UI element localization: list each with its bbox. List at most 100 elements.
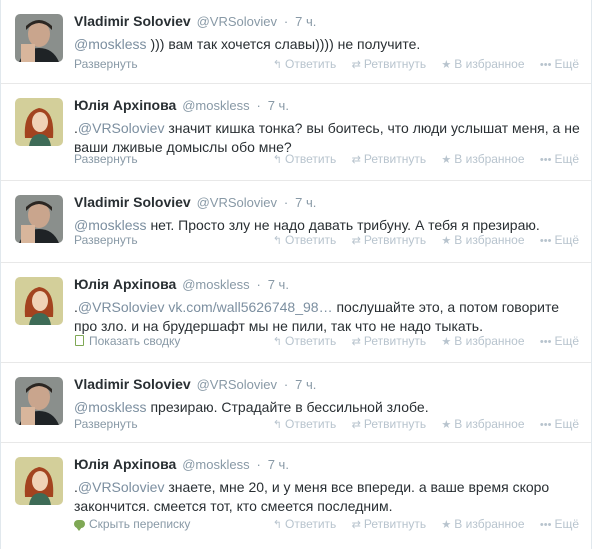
favorite-button[interactable]: ★ В избранное [441,56,524,73]
reply-button[interactable]: ↰ Ответить [273,151,337,168]
separator-dot: · [256,457,261,472]
tweet-item[interactable]: Vladimir Soloviev @VRSoloviev · 7 ч. @mo… [1,363,591,443]
tweet-text: @moskless ))) вам так хочется славы)))) … [74,35,581,54]
tweet-item[interactable]: Vladimir Soloviev @VRSoloviev · 7 ч. @mo… [1,181,591,263]
more-button[interactable]: ••• Ещё [540,333,579,350]
favorite-button[interactable]: ★ В избранное [441,232,524,249]
author-username[interactable]: @VRSoloviev [197,377,277,392]
mention-link[interactable]: @VRSoloviev [78,299,165,315]
more-button[interactable]: ••• Ещё [540,56,579,73]
retweet-icon: ⇄ [351,419,361,431]
retweet-button[interactable]: ⇄ Ретвитнуть [352,56,426,73]
hide-conversation-label: Скрыть переписку [89,517,191,531]
hide-conversation-link[interactable]: Скрыть переписку [74,516,190,532]
reply-button[interactable]: ↰ Ответить [273,416,337,433]
expand-link[interactable]: Развернуть [74,416,138,432]
mention-link[interactable]: @moskless [74,399,147,415]
tweet-content: Юлія Архіпова @moskless · 7 ч. .@VRSolov… [74,275,581,336]
expand-link[interactable]: Развернуть [74,56,138,72]
author-fullname[interactable]: Юлія Архіпова [74,456,176,472]
expand-link[interactable]: Развернуть [74,232,138,248]
author-fullname[interactable]: Vladimir Soloviev [74,194,191,210]
tweet-header: Vladimir Soloviev @VRSoloviev · 7 ч. [74,193,581,212]
favorite-button[interactable]: ★ В избранное [441,516,524,533]
mention-link[interactable]: @moskless [74,36,147,52]
url-link[interactable]: vk.com/wall5626748_98… [164,299,332,315]
tweet-timestamp[interactable]: 7 ч. [268,277,289,292]
reply-label: Ответить [285,517,337,531]
author-username[interactable]: @moskless [182,277,249,292]
more-button[interactable]: ••• Ещё [540,416,579,433]
avatar[interactable] [15,277,63,325]
retweet-button[interactable]: ⇄ Ретвитнуть [352,333,426,350]
reply-label: Ответить [285,334,337,348]
avatar[interactable] [15,14,63,62]
mention-link[interactable]: @VRSoloviev [78,120,165,136]
more-dots-icon: ••• [539,154,552,166]
tweet-item[interactable]: Vladimir Soloviev @VRSoloviev · 7 ч. @mo… [1,0,591,84]
reply-button[interactable]: ↰ Ответить [273,516,337,533]
more-label: Ещё [554,152,579,166]
author-username[interactable]: @VRSoloviev [197,14,277,29]
tweet-actions: ↰ Ответить ⇄ Ретвитнуть ★ В избранное ••• Ещ… [261,416,579,433]
more-button[interactable]: ••• Ещё [540,516,579,533]
retweet-button[interactable]: ⇄ Ретвитнуть [352,416,426,433]
tweet-body: нет. Просто злу не надо давать трибуну. … [146,217,540,233]
reply-button[interactable]: ↰ Ответить [273,232,337,249]
reply-icon: ↰ [272,59,283,71]
tweet-actions: ↰ Ответить ⇄ Ретвитнуть ★ В избранное ••• Ещ… [261,151,579,168]
tweet-footer: Развернуть ↰ Ответить ⇄ Ретвитнуть ★ В избр… [74,56,581,72]
reply-button[interactable]: ↰ Ответить [273,56,337,73]
author-fullname[interactable]: Юлія Архіпова [74,276,176,292]
tweet-item[interactable]: Юлія Архіпова @moskless · 7 ч. .@VRSolov… [1,263,591,363]
retweet-button[interactable]: ⇄ Ретвитнуть [352,516,426,533]
favorite-button[interactable]: ★ В избранное [441,416,524,433]
mention-link[interactable]: @VRSoloviev [78,479,165,495]
reply-label: Ответить [285,233,337,247]
author-fullname[interactable]: Юлія Архіпова [74,97,176,113]
retweet-button[interactable]: ⇄ Ретвитнуть [352,232,426,249]
reply-icon: ↰ [272,519,283,531]
tweet-timestamp[interactable]: 7 ч. [295,195,316,210]
tweet-item[interactable]: Юлія Архіпова @moskless · 7 ч. .@VRSolov… [1,443,591,549]
avatar[interactable] [15,457,63,505]
expand-link[interactable]: Развернуть [74,151,138,167]
tweet-timestamp[interactable]: 7 ч. [295,14,316,29]
tweet-footer: Скрыть переписку ↰ Ответить ⇄ Ретвитнуть ★… [74,516,581,532]
tweet-content: Vladimir Soloviev @VRSoloviev · 7 ч. @mo… [74,375,581,417]
tweet-text: .@VRSoloviev знаете, мне 20, и у меня вс… [74,478,581,516]
show-summary-link[interactable]: Показать сводку [74,333,180,349]
mention-link[interactable]: @moskless [74,217,147,233]
retweet-icon: ⇄ [351,235,361,247]
tweet-timestamp[interactable]: 7 ч. [268,457,289,472]
author-fullname[interactable]: Vladimir Soloviev [74,376,191,392]
more-label: Ещё [554,57,579,71]
more-button[interactable]: ••• Ещё [540,232,579,249]
summary-icon [74,333,85,349]
favorite-label: В избранное [454,517,525,531]
tweet-item[interactable]: Юлія Архіпова @moskless · 7 ч. .@VRSolov… [1,84,591,181]
avatar[interactable] [15,195,63,243]
star-icon: ★ [441,419,452,431]
favorite-label: В избранное [454,152,525,166]
avatar[interactable] [15,98,63,146]
more-button[interactable]: ••• Ещё [540,151,579,168]
tweet-content: Юлія Архіпова @moskless · 7 ч. .@VRSolov… [74,455,581,516]
tweet-actions: ↰ Ответить ⇄ Ретвитнуть ★ В избранное ••• Ещ… [261,232,579,249]
tweet-footer: Развернуть ↰ Ответить ⇄ Ретвитнуть ★ В избр… [74,416,581,432]
favorite-button[interactable]: ★ В избранное [441,151,524,168]
favorite-label: В избранное [454,233,525,247]
author-username[interactable]: @moskless [182,457,249,472]
tweet-text: @moskless презираю. Страдайте в бессильн… [74,398,581,417]
avatar[interactable] [15,377,63,425]
separator-dot: · [256,277,261,292]
favorite-button[interactable]: ★ В избранное [441,333,524,350]
author-username[interactable]: @moskless [182,98,249,113]
author-fullname[interactable]: Vladimir Soloviev [74,13,191,29]
reply-button[interactable]: ↰ Ответить [273,333,337,350]
author-username[interactable]: @VRSoloviev [197,195,277,210]
star-icon: ★ [441,154,452,166]
retweet-button[interactable]: ⇄ Ретвитнуть [352,151,426,168]
tweet-timestamp[interactable]: 7 ч. [295,377,316,392]
tweet-timestamp[interactable]: 7 ч. [268,98,289,113]
